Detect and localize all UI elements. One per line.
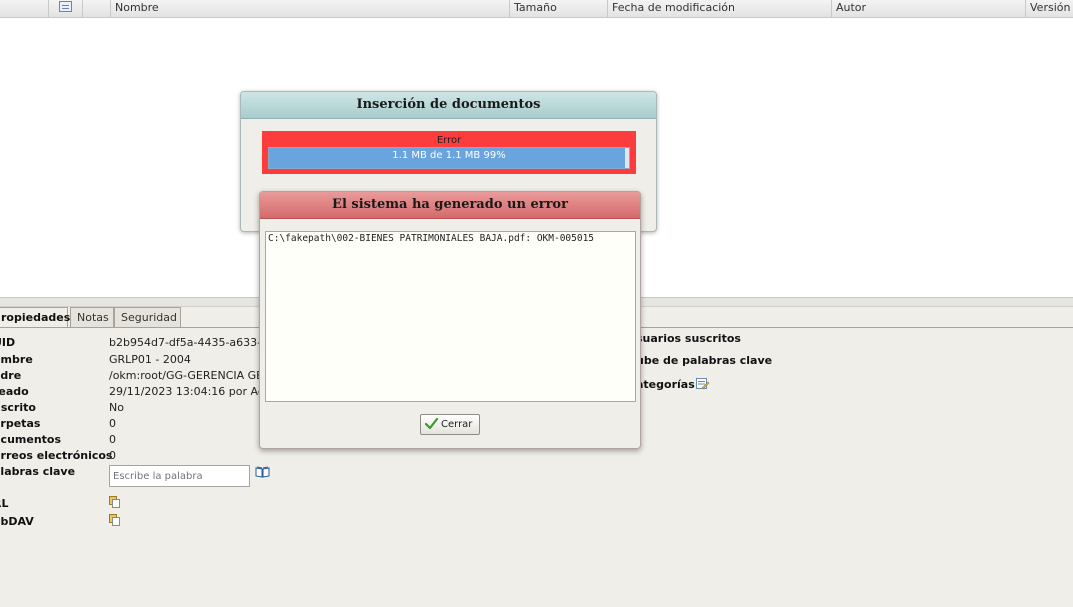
- prop-label-folders: arpetas: [0, 417, 41, 430]
- add-category-icon[interactable]: [696, 377, 710, 390]
- column-header-name[interactable]: Nombre: [110, 0, 509, 17]
- column-type[interactable]: [82, 0, 110, 17]
- webdav-label: ebDAV: [0, 515, 34, 528]
- prop-value-emails: 0: [109, 449, 116, 462]
- prop-label-parent: adre: [0, 369, 22, 382]
- categories-label: ategorías: [636, 378, 695, 391]
- prop-value-uid: b2b954d7-df5a-4435-a633-5f: [109, 336, 273, 349]
- prop-value-documents: 0: [109, 433, 116, 446]
- file-list-header: Nombre Tamaño Fecha de modificación Auto…: [0, 0, 1073, 18]
- column-header-size[interactable]: Tamaño: [509, 0, 607, 17]
- keywords-label: alabras clave: [0, 465, 76, 478]
- prop-label-documents: ocumentos: [0, 433, 62, 446]
- list-view-icon: [59, 1, 72, 12]
- prop-label-subscribed: uscrito: [0, 401, 36, 414]
- subscribed-users-label: suarios suscritos: [636, 332, 741, 345]
- keyword-input[interactable]: [109, 465, 250, 487]
- upload-status-text: Error: [436, 135, 462, 146]
- upload-dialog-title: Inserción de documentos: [241, 92, 656, 119]
- column-header-author[interactable]: Autor: [831, 0, 1025, 17]
- prop-value-parent: /okm:root/GG-GERENCIA GEN: [109, 369, 272, 382]
- check-icon: [425, 418, 438, 430]
- prop-label-name: ombre: [0, 353, 33, 366]
- error-message-area[interactable]: C:\fakepath\002-BIENES PATRIMONIALES BAJ…: [265, 231, 636, 402]
- prop-value-created: 29/11/2023 13:04:16 por Adr: [109, 385, 270, 398]
- copy-url-icon[interactable]: [109, 496, 120, 508]
- close-button[interactable]: Cerrar: [420, 414, 480, 435]
- prop-label-emails: orreos electrónicos: [0, 449, 113, 462]
- tab-security[interactable]: Seguridad: [114, 307, 181, 327]
- error-dialog-title: El sistema ha generado un error: [260, 192, 640, 219]
- prop-label-uid: UID: [0, 336, 16, 349]
- prop-value-subscribed: No: [109, 401, 124, 414]
- column-header-version[interactable]: Versión: [1025, 0, 1073, 17]
- upload-progress-text: 1.1 MB de 1.1 MB 99%: [392, 150, 506, 161]
- url-label: RL: [0, 497, 9, 510]
- upload-status-box: Error 1.1 MB de 1.1 MB 99%: [262, 131, 636, 174]
- copy-webdav-icon[interactable]: [109, 514, 120, 526]
- prop-value-folders: 0: [109, 417, 116, 430]
- column-select-all[interactable]: [48, 0, 82, 17]
- tab-properties[interactable]: ropiedades: [0, 307, 70, 327]
- error-dialog: El sistema ha generado un error C:\fakep…: [259, 191, 641, 449]
- thesaurus-book-icon[interactable]: [255, 466, 270, 478]
- close-button-label: Cerrar: [441, 419, 473, 430]
- prop-value-name: GRLP01 - 2004: [109, 353, 191, 366]
- prop-label-created: reado: [0, 385, 29, 398]
- upload-progress-bar: 1.1 MB de 1.1 MB 99%: [268, 147, 630, 169]
- column-header-modified[interactable]: Fecha de modificación: [607, 0, 831, 17]
- tab-notes[interactable]: Notas: [70, 307, 114, 327]
- keyword-cloud-label: ube de palabras clave: [636, 354, 773, 367]
